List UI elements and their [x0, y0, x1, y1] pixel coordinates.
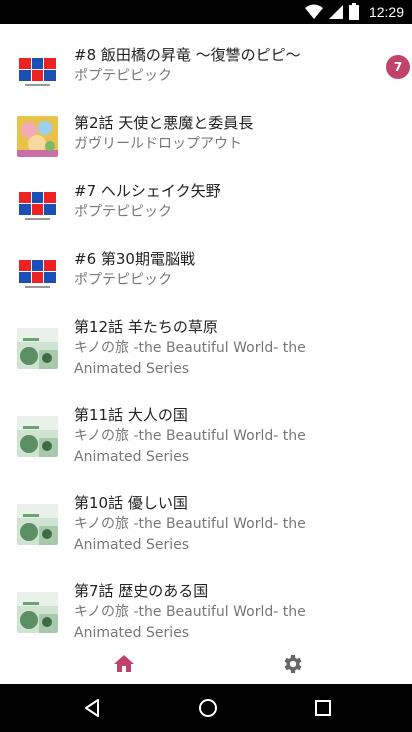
episode-title: 第10話 優しい国: [74, 494, 188, 512]
thumbnail-gabriel: [17, 116, 58, 157]
status-time: 12:29: [368, 3, 404, 20]
episode-title: #7 ヘルシェイク矢野: [74, 182, 221, 200]
back-button[interactable]: [80, 696, 104, 720]
android-navigation-bar: [0, 684, 412, 732]
home-circle-icon: [199, 699, 217, 717]
bottom-navigation: [0, 644, 412, 684]
app-screen: #8 飯田橋の昇竜 〜復讐のピピ〜 ポプテピピック 7 第2話 天使と悪魔と委員…: [0, 24, 412, 684]
series-name: キノの旅 -the Beautiful World- the Animated …: [74, 516, 306, 553]
episode-title: 第7話 歴史のある国: [74, 582, 209, 600]
thumbnail-kino: [17, 416, 58, 457]
nav-settings-button[interactable]: [280, 652, 304, 676]
signal-icon: [328, 4, 343, 19]
series-name: ガヴリールドロップアウト: [74, 136, 242, 152]
episode-title: 第11話 大人の国: [74, 406, 188, 424]
series-name: ポプテピピック: [74, 204, 172, 220]
thumbnail-popteam: [17, 50, 58, 91]
recents-button[interactable]: [311, 696, 335, 720]
home-icon: [114, 655, 134, 672]
back-triangle-icon: [85, 699, 99, 717]
episode-title: #8 飯田橋の昇竜 〜復讐のピピ〜: [74, 46, 301, 64]
thumbnail-popteam: [17, 184, 58, 225]
thumbnail-kino: [17, 504, 58, 545]
series-name: ポプテピピック: [74, 68, 172, 84]
home-button[interactable]: [196, 696, 220, 720]
series-name: ポプテピピック: [74, 272, 172, 288]
nav-home-button[interactable]: [112, 652, 136, 676]
recents-square-icon: [315, 700, 331, 716]
series-name: キノの旅 -the Beautiful World- the Animated …: [74, 428, 306, 465]
unread-count-badge: 7: [386, 55, 410, 79]
episode-title: 第2話 天使と悪魔と委員長: [74, 114, 254, 132]
series-name: キノの旅 -the Beautiful World- the Animated …: [74, 340, 306, 377]
episode-title: 第12話 羊たちの草原: [74, 318, 218, 336]
status-bar: 12:29: [0, 0, 412, 24]
episode-title: #6 第30期電脳戦: [74, 250, 195, 268]
status-icons: 12:29: [304, 3, 404, 20]
thumbnail-kino: [17, 592, 58, 633]
thumbnail-kino: [17, 328, 58, 369]
gear-icon: [284, 655, 302, 673]
battery-icon: [348, 3, 359, 20]
thumbnail-popteam: [17, 252, 58, 293]
series-name: キノの旅 -the Beautiful World- the Animated …: [74, 604, 306, 641]
episode-list[interactable]: #8 飯田橋の昇竜 〜復讐のピピ〜 ポプテピピック 7 第2話 天使と悪魔と委員…: [0, 24, 412, 644]
wifi-icon: [304, 4, 323, 19]
